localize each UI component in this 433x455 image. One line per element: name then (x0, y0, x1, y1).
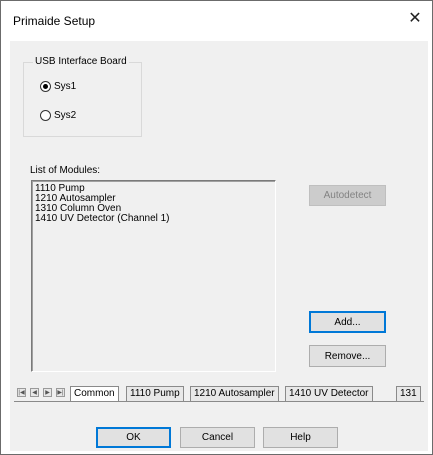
module-tab-strip: |◀ ◀ ▶ ▶| Common 1110 Pump 1210 Autosamp… (14, 385, 424, 402)
radio-sys1-indicator[interactable] (40, 81, 51, 92)
tab-common[interactable]: Common (70, 386, 119, 401)
cancel-button[interactable]: Cancel (180, 427, 255, 448)
radio-sys2-indicator[interactable] (40, 110, 51, 121)
window-title: Primaide Setup (13, 14, 96, 28)
radio-sys1[interactable]: Sys1 (40, 81, 76, 92)
usb-group-label: USB Interface Board (33, 56, 129, 67)
add-button[interactable]: Add... (309, 311, 386, 333)
first-tab-icon[interactable]: |◀ (17, 388, 26, 397)
radio-sys2[interactable]: Sys2 (40, 110, 76, 121)
autodetect-button[interactable]: Autodetect (309, 185, 386, 206)
radio-sys1-label: Sys1 (54, 81, 77, 92)
list-item[interactable]: 1410 UV Detector (Channel 1) (35, 214, 275, 224)
usb-interface-board-group: USB Interface Board Sys1 Sys2 (23, 56, 142, 137)
next-tab-icon[interactable]: ▶ (43, 388, 52, 397)
close-icon[interactable]: ✕ (398, 1, 432, 35)
ok-button[interactable]: OK (96, 427, 171, 448)
radio-sys2-label: Sys2 (54, 110, 77, 121)
title-bar: Primaide Setup ✕ (1, 1, 432, 41)
primaide-setup-dialog: Primaide Setup ✕ USB Interface Board Sys… (0, 0, 433, 455)
tab-1110-pump[interactable]: 1110 Pump (126, 386, 184, 401)
last-tab-icon[interactable]: ▶| (56, 388, 65, 397)
modules-listbox[interactable]: 1110 Pump 1210 Autosampler 1310 Column O… (31, 180, 276, 372)
help-button[interactable]: Help (263, 427, 338, 448)
tab-131[interactable]: 131 (396, 386, 421, 401)
tab-1410-uv-detector[interactable]: 1410 UV Detector (285, 386, 373, 401)
remove-button[interactable]: Remove... (309, 345, 386, 367)
dialog-client-area: USB Interface Board Sys1 Sys2 List of Mo… (10, 41, 428, 451)
tab-1210-autosampler[interactable]: 1210 Autosampler (190, 386, 279, 401)
modules-list-label: List of Modules: (30, 165, 101, 176)
previous-tab-icon[interactable]: ◀ (30, 388, 39, 397)
